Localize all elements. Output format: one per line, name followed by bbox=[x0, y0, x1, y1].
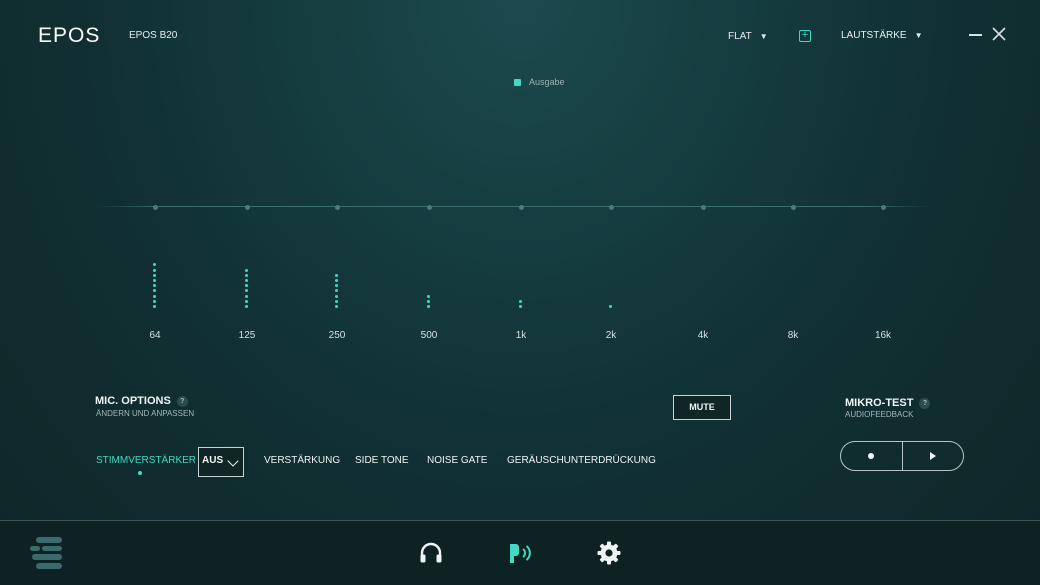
mute-button[interactable]: MUTE bbox=[673, 395, 731, 420]
mic-options-subtitle: ÄNDERN UND ANPASSEN bbox=[96, 409, 195, 418]
eq-level-dot bbox=[335, 284, 338, 288]
mic-test-subtitle: AUDIOFEEDBACK bbox=[845, 410, 914, 419]
help-icon[interactable]: ? bbox=[919, 397, 931, 409]
tab-stimmverstaerker[interactable]: STIMMVERSTÄRKER bbox=[96, 455, 196, 466]
eq-band-label: 500 bbox=[420, 330, 438, 341]
eq-level-dot bbox=[335, 299, 338, 303]
voice-amplifier-dropdown[interactable]: AUS bbox=[198, 447, 244, 477]
eq-band-label: 1k bbox=[515, 330, 527, 341]
eq-band-level bbox=[506, 260, 536, 310]
eq-level-dot bbox=[153, 289, 156, 293]
eq-level-dot bbox=[153, 263, 156, 267]
eq-level-dot bbox=[153, 273, 156, 277]
eq-band-level bbox=[868, 260, 898, 310]
eq-level-dot bbox=[335, 305, 338, 308]
eq-level-dot bbox=[153, 299, 156, 303]
play-button[interactable] bbox=[901, 442, 964, 470]
active-tab-indicator bbox=[138, 471, 142, 475]
eq-level-dot bbox=[245, 299, 248, 303]
close-icon[interactable] bbox=[991, 26, 1007, 42]
eq-band-handle[interactable] bbox=[334, 204, 340, 210]
eq-band-level bbox=[414, 260, 444, 310]
eq-band-level bbox=[322, 260, 352, 310]
eq-level-dot bbox=[153, 294, 156, 298]
eq-band-handle[interactable] bbox=[608, 204, 614, 210]
eq-level-dot bbox=[335, 294, 338, 298]
legend-label: Ausgabe bbox=[529, 77, 565, 87]
caret-down-icon: ▼ bbox=[914, 31, 923, 40]
eq-level-dot bbox=[153, 268, 156, 272]
dropdown-value: AUS bbox=[202, 455, 224, 466]
eq-band-level bbox=[596, 260, 626, 310]
minimize-icon[interactable] bbox=[969, 34, 982, 36]
eq-band-handle[interactable] bbox=[880, 204, 886, 210]
eq-band-handle[interactable] bbox=[700, 204, 706, 210]
eq-band-label: 8k bbox=[787, 330, 799, 341]
tab-noise-gate[interactable]: NOISE GATE bbox=[427, 455, 487, 466]
eq-band-label: 125 bbox=[238, 330, 256, 341]
volume-label: LAUTSTÄRKE bbox=[841, 30, 907, 41]
mic-test-title: MIKRO-TEST ? bbox=[845, 397, 931, 409]
eq-level-dot bbox=[519, 305, 522, 308]
eq-level-dot bbox=[153, 279, 156, 282]
epos-logo: EPOS bbox=[38, 24, 101, 47]
tab-verstaerkung[interactable]: VERSTÄRKUNG bbox=[264, 455, 340, 466]
tab-geraeuschunterdrueckung[interactable]: GERÄUSCHUNTERDRÜCKUNG bbox=[507, 455, 656, 466]
record-button[interactable] bbox=[841, 442, 902, 470]
eq-level-dot bbox=[335, 273, 338, 277]
eq-band-level bbox=[688, 260, 718, 310]
eq-band-label: 250 bbox=[328, 330, 346, 341]
volume-dropdown[interactable]: LAUTSTÄRKE ▼ bbox=[841, 30, 923, 41]
help-icon[interactable]: ? bbox=[176, 395, 188, 407]
eq-baseline bbox=[95, 206, 930, 207]
device-name: EPOS B20 bbox=[129, 30, 178, 41]
eq-level-dot bbox=[245, 268, 248, 272]
eq-band-handle[interactable] bbox=[244, 204, 250, 210]
eq-band-label: 4k bbox=[697, 330, 709, 341]
eq-band-level bbox=[778, 260, 808, 310]
preset-label: FLAT bbox=[728, 31, 752, 42]
eq-level-dot bbox=[153, 284, 156, 288]
mic-options-title: MIC. OPTIONS ? bbox=[95, 395, 188, 407]
eq-level-dot bbox=[245, 289, 248, 293]
eq-band-label: 16k bbox=[874, 330, 892, 341]
eq-level-dot bbox=[335, 289, 338, 293]
eq-band-label: 64 bbox=[149, 330, 161, 341]
eq-level-dot bbox=[427, 299, 430, 303]
menu-icon[interactable] bbox=[28, 536, 64, 570]
eq-band-handle[interactable] bbox=[426, 204, 432, 210]
eq-band-handle[interactable] bbox=[790, 204, 796, 210]
eq-level-dot bbox=[519, 299, 522, 303]
eq-band-handle[interactable] bbox=[518, 204, 524, 210]
legend-swatch-icon bbox=[514, 78, 521, 86]
eq-level-dot bbox=[245, 273, 248, 277]
mic-options-heading: MIC. OPTIONS bbox=[95, 395, 171, 407]
eq-level-dot bbox=[245, 284, 248, 288]
eq-legend: Ausgabe bbox=[514, 77, 565, 87]
eq-band-handle[interactable] bbox=[152, 204, 158, 210]
microphone-icon[interactable] bbox=[507, 540, 533, 566]
eq-band-label: 2k bbox=[605, 330, 617, 341]
eq-level-dot bbox=[335, 279, 338, 282]
eq-level-dot bbox=[245, 294, 248, 298]
mic-test-heading: MIKRO-TEST bbox=[845, 397, 914, 409]
mic-test-controls bbox=[840, 441, 964, 471]
eq-level-dot bbox=[427, 305, 430, 308]
caret-down-icon: ▼ bbox=[759, 32, 768, 41]
play-icon bbox=[929, 452, 936, 460]
record-icon bbox=[868, 453, 875, 459]
tab-side-tone[interactable]: SIDE TONE bbox=[355, 455, 409, 466]
chevron-down-icon bbox=[227, 455, 239, 467]
eq-level-dot bbox=[427, 294, 430, 298]
eq-level-dot bbox=[609, 305, 612, 308]
settings-gear-icon[interactable] bbox=[596, 540, 622, 566]
add-preset-icon[interactable]: + bbox=[799, 30, 811, 42]
preset-dropdown[interactable]: FLAT ▼ bbox=[728, 31, 768, 42]
eq-level-dot bbox=[245, 279, 248, 282]
headphones-icon[interactable] bbox=[418, 540, 444, 566]
eq-level-dot bbox=[153, 305, 156, 308]
eq-level-dot bbox=[245, 305, 248, 308]
eq-band-level bbox=[140, 260, 170, 310]
eq-band-level bbox=[232, 260, 262, 310]
